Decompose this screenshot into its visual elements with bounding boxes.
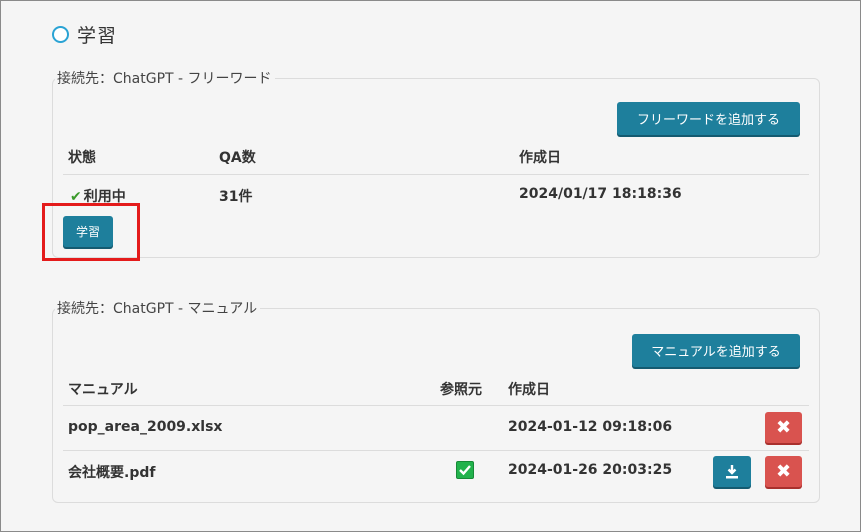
- section-header: 学習: [52, 21, 117, 47]
- manual-name: 会社概要.pdf: [68, 465, 156, 481]
- column-header-status: 状態: [68, 150, 96, 166]
- column-header-created: 作成日: [508, 382, 550, 398]
- add-freeword-button[interactable]: フリーワードを追加する: [617, 102, 800, 135]
- learn-button[interactable]: 学習: [63, 216, 113, 247]
- freeword-panel: 接続先：ChatGPT - フリーワード: [52, 68, 820, 258]
- close-icon: ✖: [775, 417, 792, 438]
- download-icon: [726, 464, 738, 478]
- qa-count-cell: 31件: [219, 189, 253, 205]
- circle-icon: [52, 25, 69, 43]
- freeword-panel-legend: 接続先：ChatGPT - フリーワード: [57, 71, 272, 87]
- table-divider: [63, 174, 809, 175]
- column-header-qa-count: QA数: [219, 150, 256, 166]
- manual-panel: 接続先：ChatGPT - マニュアル: [52, 298, 820, 503]
- delete-button[interactable]: ✖: [765, 412, 802, 443]
- add-manual-button[interactable]: マニュアルを追加する: [632, 334, 800, 367]
- reference-checkbox[interactable]: [456, 461, 474, 479]
- created-cell: 2024/01/17 18:18:36: [519, 186, 682, 202]
- check-icon: [459, 465, 471, 476]
- download-button[interactable]: [713, 456, 751, 487]
- manual-panel-legend: 接続先：ChatGPT - マニュアル: [57, 301, 258, 317]
- column-header-created: 作成日: [519, 150, 561, 166]
- close-icon: ✖: [775, 461, 792, 482]
- manual-name: pop_area_2009.xlsx: [68, 419, 223, 435]
- delete-button[interactable]: ✖: [765, 456, 802, 487]
- manual-created: 2024-01-12 09:18:06: [508, 419, 673, 435]
- table-divider: [63, 405, 809, 406]
- table-divider: [63, 450, 809, 451]
- column-header-reference: 参照元: [440, 382, 482, 398]
- section-title: 学習: [77, 24, 118, 47]
- column-header-manual: マニュアル: [68, 382, 138, 398]
- manual-created: 2024-01-26 20:03:25: [508, 462, 673, 478]
